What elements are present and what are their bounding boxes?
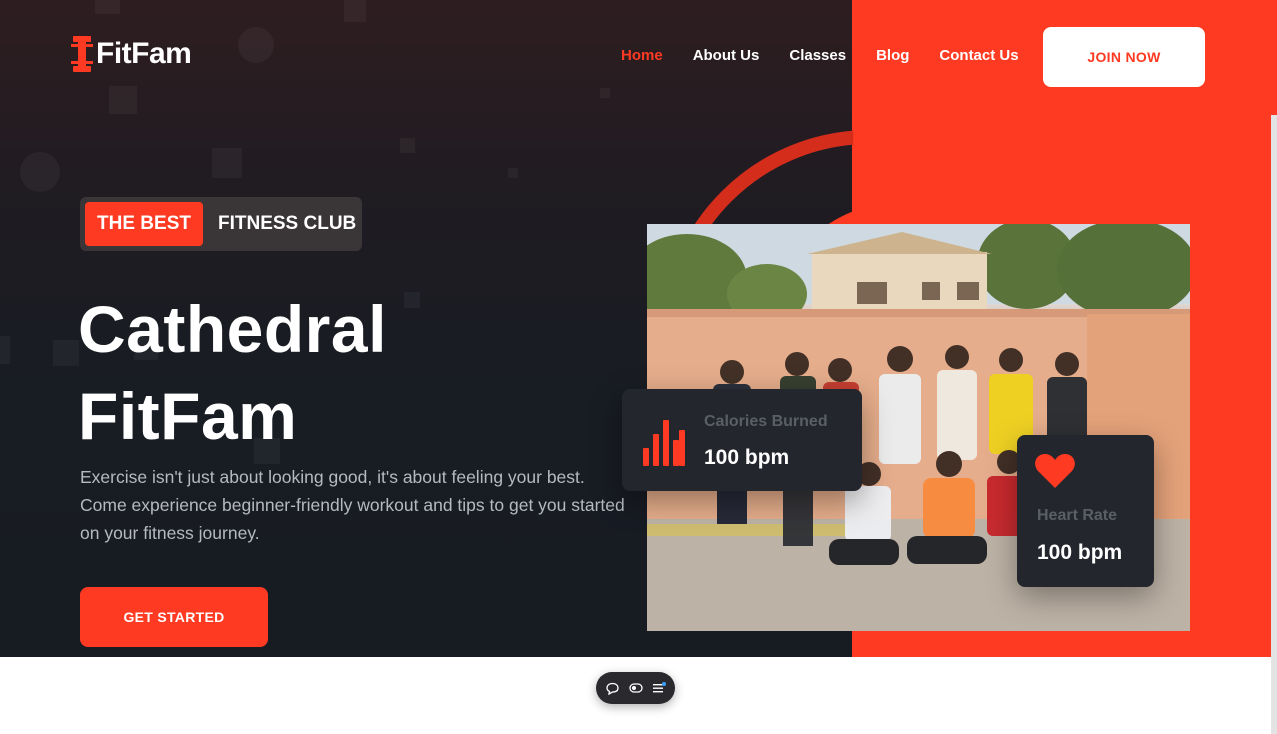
- hero-title-line-1: Cathedral: [78, 292, 387, 366]
- decor-square: [0, 336, 10, 364]
- calories-value: 100 bpm: [704, 446, 790, 469]
- decor-square: [400, 138, 415, 153]
- heart-icon: [1035, 453, 1075, 489]
- menu-icon[interactable]: [652, 681, 666, 695]
- brand-name: FitFam: [96, 37, 192, 70]
- get-started-button[interactable]: GET STARTED: [80, 587, 268, 647]
- toggle-icon[interactable]: [628, 681, 643, 695]
- decor-square: [404, 292, 420, 308]
- nav-item-about-us[interactable]: About Us: [693, 47, 760, 64]
- decor-circle: [20, 152, 60, 192]
- calories-card: Calories Burned 100 bpm: [622, 389, 862, 491]
- calories-label: Calories Burned: [704, 413, 828, 430]
- main-nav: Home About Us Classes Blog Contact Us: [621, 47, 1049, 64]
- floating-toolbar: [596, 672, 675, 704]
- heart-rate-card: Heart Rate 100 bpm: [1017, 435, 1154, 587]
- heart-rate-label: Heart Rate: [1037, 507, 1118, 524]
- heart-rate-value: 100 bpm: [1037, 541, 1123, 564]
- page: FitFam Home About Us Classes Blog Contac…: [0, 0, 1277, 734]
- hero-tag: THE BEST FITNESS CLUB: [80, 197, 362, 251]
- hero-title: Cathedral FitFam: [78, 286, 387, 460]
- page-scrollbar[interactable]: [1271, 115, 1277, 734]
- decor-square: [600, 88, 610, 98]
- tag-text: FITNESS CLUB: [218, 213, 357, 234]
- decor-square: [344, 0, 366, 22]
- nav-item-classes[interactable]: Classes: [789, 47, 846, 64]
- nav-item-contact-us[interactable]: Contact Us: [939, 47, 1018, 64]
- hero-title-line-2: FitFam: [78, 379, 298, 453]
- brand-logo[interactable]: FitFam: [70, 34, 192, 74]
- tag-highlight: THE BEST: [85, 202, 203, 246]
- comment-icon[interactable]: [605, 681, 619, 695]
- decor-square: [212, 148, 242, 178]
- dumbbell-icon: [70, 34, 94, 74]
- nav-item-blog[interactable]: Blog: [876, 47, 909, 64]
- decor-square: [95, 0, 120, 14]
- decor-circle: [238, 27, 274, 63]
- nav-item-home[interactable]: Home: [621, 47, 663, 64]
- decor-square: [53, 340, 79, 366]
- bar-chart-icon: [642, 418, 686, 466]
- join-now-button[interactable]: JOIN NOW: [1043, 27, 1205, 87]
- decor-square: [508, 168, 518, 178]
- decor-square: [109, 86, 137, 114]
- hero-description: Exercise isn't just about looking good, …: [80, 467, 625, 543]
